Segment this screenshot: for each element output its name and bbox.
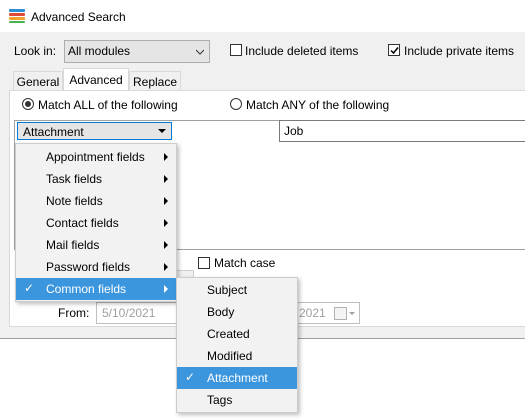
menu-item-label: Created (207, 327, 250, 341)
menu-item-task-fields[interactable]: Task fields (16, 168, 176, 190)
chevron-down-icon (196, 49, 204, 55)
menu-item-label: Body (207, 305, 235, 319)
menu-item-modified[interactable]: Modified (177, 345, 297, 367)
menu-item-label: Common fields (46, 282, 127, 296)
menu-item-appointment-fields[interactable]: Appointment fields (16, 146, 176, 168)
submenu-arrow-icon (164, 153, 168, 161)
app-icon (9, 9, 25, 23)
menu-item-label: Task fields (46, 172, 103, 186)
calendar-icon[interactable] (334, 307, 347, 320)
menu-item-label: Appointment fields (46, 150, 145, 164)
tab-general[interactable]: General (13, 71, 63, 91)
window-title: Advanced Search (31, 10, 126, 24)
menu-item-subject[interactable]: Subject (177, 279, 297, 301)
match-any-label: Match ANY of the following (246, 98, 390, 112)
from-date-field[interactable]: 5/10/2021 (96, 302, 178, 324)
tab-advanced[interactable]: Advanced (63, 68, 129, 91)
menu-item-attachment[interactable]: ✓ Attachment (177, 367, 297, 389)
look-in-combo[interactable]: All modules (64, 40, 210, 63)
check-icon: ✓ (185, 370, 196, 384)
check-icon (390, 47, 399, 55)
submenu-arrow-icon (164, 263, 168, 271)
look-in-label: Look in: (14, 44, 57, 58)
field-category-menu: Appointment fields Task fields Note fiel… (15, 143, 177, 302)
tab-replace[interactable]: Replace (129, 71, 181, 91)
menu-item-contact-fields[interactable]: Contact fields (16, 212, 176, 234)
menu-item-label: Modified (207, 349, 253, 363)
menu-item-common-fields[interactable]: ✓ Common fields (16, 278, 176, 300)
tab-advanced-label: Advanced (69, 73, 123, 87)
common-fields-submenu: Subject Body Created Modified ✓ Attachme… (176, 277, 298, 413)
menu-item-created[interactable]: Created (177, 323, 297, 345)
menu-item-note-fields[interactable]: Note fields (16, 190, 176, 212)
caret-down-icon (349, 312, 355, 315)
from-label: From: (58, 306, 90, 320)
from-date-value: 5/10/2021 (102, 306, 156, 320)
submenu-arrow-icon (164, 175, 168, 183)
submenu-arrow-icon (164, 219, 168, 227)
menu-item-password-fields[interactable]: Password fields (16, 256, 176, 278)
include-private-label: Include private items (404, 44, 515, 58)
submenu-arrow-icon (164, 197, 168, 205)
menu-item-label: Tags (207, 393, 233, 407)
menu-item-label: Contact fields (46, 216, 119, 230)
caret-down-icon (158, 129, 166, 133)
include-deleted-checkbox[interactable] (230, 44, 242, 56)
title-bar: Advanced Search (0, 0, 525, 32)
menu-item-mail-fields[interactable]: Mail fields (16, 234, 176, 256)
look-in-value: All modules (68, 44, 131, 58)
tab-general-label: General (16, 75, 60, 89)
radio-dot (25, 101, 31, 107)
check-icon: ✓ (24, 281, 35, 295)
match-any-radio[interactable] (230, 98, 242, 110)
match-case-label: Match case (214, 256, 276, 270)
criteria-text-value: Job (284, 124, 304, 138)
tab-replace-label: Replace (132, 75, 178, 89)
match-all-radio[interactable] (22, 98, 34, 110)
field-selector-value: Attachment (23, 125, 84, 139)
menu-item-label: Attachment (207, 371, 268, 385)
submenu-arrow-icon (164, 241, 168, 249)
match-all-label: Match ALL of the following (38, 98, 178, 112)
menu-item-label: Subject (207, 283, 248, 297)
criteria-text-input[interactable]: Job (279, 120, 525, 142)
field-selector-dropdown[interactable]: Attachment (17, 122, 172, 140)
include-private-checkbox[interactable] (388, 44, 400, 56)
menu-item-label: Note fields (46, 194, 103, 208)
menu-item-label: Password fields (46, 260, 131, 274)
include-deleted-label: Include deleted items (245, 44, 359, 58)
submenu-arrow-icon (164, 285, 168, 293)
menu-item-tags[interactable]: Tags (177, 389, 297, 411)
match-case-checkbox[interactable] (198, 257, 210, 269)
menu-item-body[interactable]: Body (177, 301, 297, 323)
to-date-value: 2021 (299, 306, 326, 320)
menu-item-label: Mail fields (46, 238, 100, 252)
